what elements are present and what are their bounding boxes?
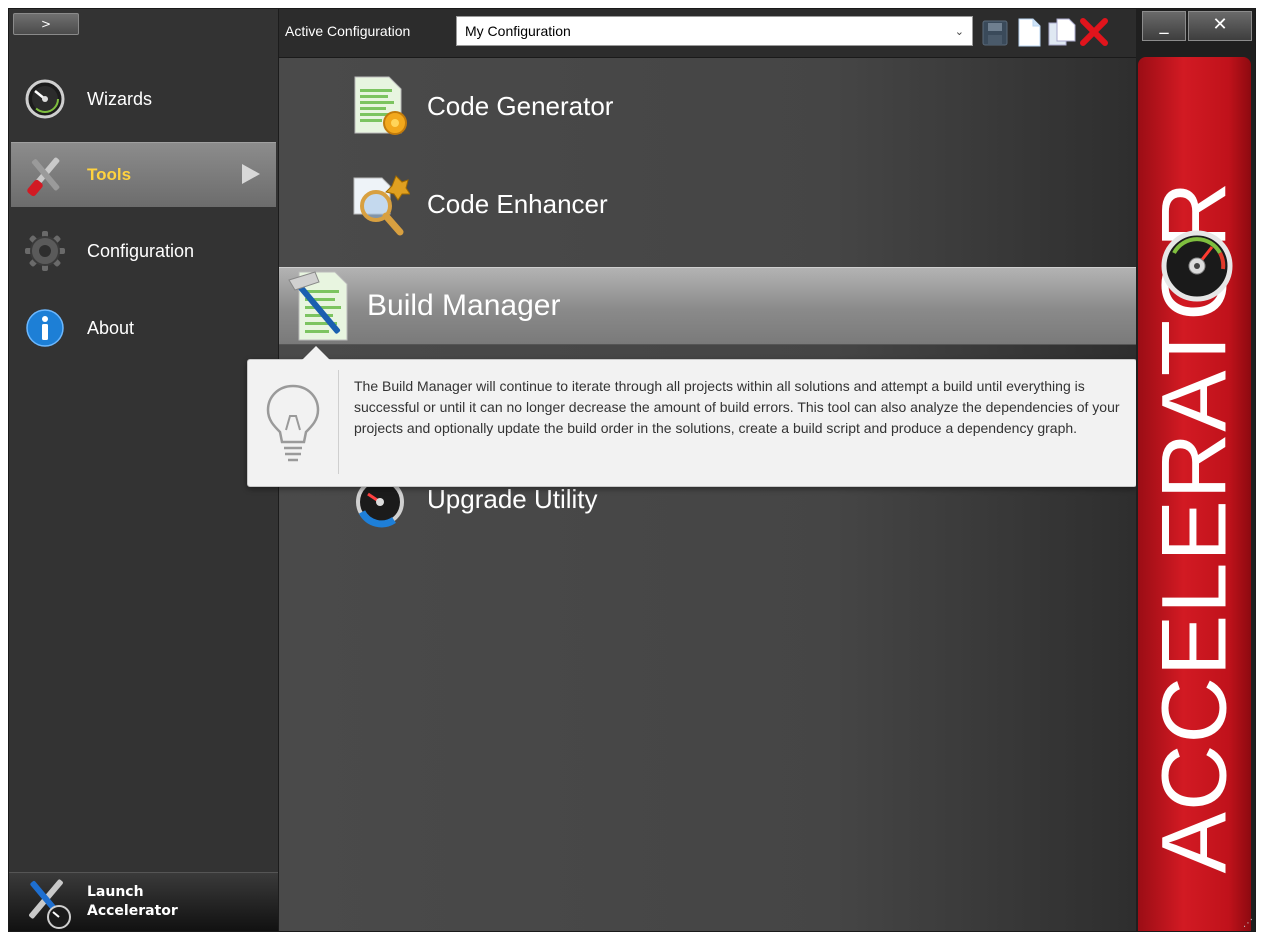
save-icon[interactable] <box>981 17 1009 47</box>
sidebar-item-wizards[interactable]: Wizards <box>11 67 276 131</box>
configuration-toolbar: Active Configuration My Configuration ⌄ <box>279 9 1136 58</box>
lightbulb-icon <box>260 380 326 466</box>
tool-build-manager[interactable]: Build Manager <box>279 267 1136 345</box>
chevron-down-icon: ⌄ <box>954 25 964 38</box>
new-document-icon[interactable] <box>1015 17 1043 47</box>
sidebar-item-about[interactable]: About <box>11 296 276 360</box>
speedometer-icon <box>1160 229 1234 303</box>
config-select-value: My Configuration <box>465 23 571 39</box>
tooltip-text: The Build Manager will continue to itera… <box>354 378 1120 436</box>
info-icon <box>21 304 69 352</box>
gear-icon <box>21 227 69 275</box>
minimize-button[interactable]: _ <box>1142 11 1186 41</box>
sidebar-item-label: About <box>87 317 135 338</box>
copy-icon[interactable] <box>1047 17 1076 47</box>
sidebar-item-tools[interactable]: Tools <box>11 142 276 207</box>
tool-description-tooltip: The Build Manager will continue to itera… <box>247 346 1137 487</box>
tool-code-generator[interactable]: Code Generator <box>279 71 1136 141</box>
tool-label: Code Enhancer <box>427 188 608 219</box>
tool-label: Build Manager <box>367 289 561 322</box>
code-enhancer-icon <box>349 171 411 237</box>
app-window: > Wizards Tools Configuration About Laun… <box>8 8 1256 932</box>
tool-label: Upgrade Utility <box>427 483 598 514</box>
active-configuration-select[interactable]: My Configuration ⌄ <box>456 16 973 46</box>
launch-label-line1: Launch <box>87 884 144 900</box>
active-configuration-label: Active Configuration <box>285 23 411 39</box>
tools-icon <box>21 151 69 199</box>
launch-tools-icon <box>17 873 77 931</box>
submenu-arrow-icon <box>242 164 260 184</box>
gauge-icon <box>21 75 69 123</box>
build-manager-icon <box>285 268 355 344</box>
sidebar-item-configuration[interactable]: Configuration <box>11 219 276 283</box>
code-generator-icon <box>349 73 411 139</box>
launch-accelerator-button[interactable]: Launch Accelerator <box>9 872 278 931</box>
sidebar: > Wizards Tools Configuration About Laun… <box>9 9 279 931</box>
close-button[interactable]: ✕ <box>1188 11 1252 41</box>
collapse-sidebar-button[interactable]: > <box>13 13 79 35</box>
tooltip-divider <box>338 370 339 474</box>
sidebar-item-label: Configuration <box>87 240 195 261</box>
sidebar-item-label: Wizards <box>87 88 153 109</box>
resize-grip-icon[interactable]: ⋰ <box>1243 918 1253 929</box>
delete-icon[interactable] <box>1079 17 1108 47</box>
tooltip-pointer <box>302 346 330 360</box>
launch-label-line2: Accelerator <box>87 903 178 919</box>
sidebar-item-label: Tools <box>87 165 132 184</box>
brand-panel: _ ✕ ACCELERATOR ⋰ <box>1136 9 1255 931</box>
accelerator-logo: ACCELERATOR <box>1138 57 1251 931</box>
tool-label: Code Generator <box>427 90 614 121</box>
tool-code-enhancer[interactable]: Code Enhancer <box>279 169 1136 239</box>
